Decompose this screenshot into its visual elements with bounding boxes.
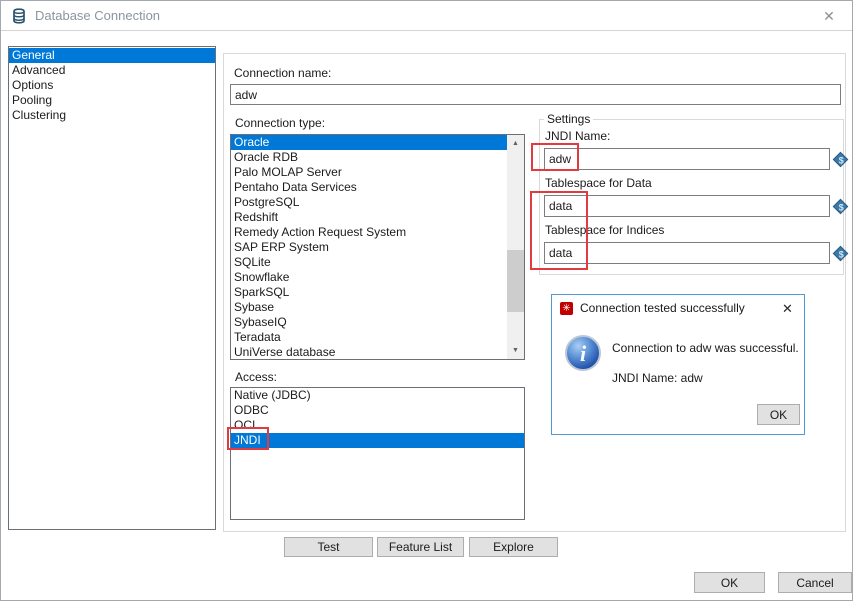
variable-icon-glyph: $ [836, 155, 847, 166]
access-item[interactable]: Native (JDBC) [231, 388, 524, 403]
connection-type-item[interactable]: Snowflake [231, 270, 508, 285]
connection-type-item[interactable]: Redshift [231, 210, 508, 225]
annotation-box-jndi-access [227, 427, 269, 450]
variable-icon[interactable]: $ [833, 199, 849, 215]
sidebar-item-general[interactable]: General [9, 48, 215, 63]
variable-icon[interactable]: $ [833, 246, 849, 262]
window-close-icon[interactable]: ✕ [820, 7, 838, 25]
sidebar-item-advanced[interactable]: Advanced [9, 63, 215, 78]
sidebar-item-clustering[interactable]: Clustering [9, 108, 215, 123]
scrollbar-thumb[interactable] [507, 250, 524, 312]
connection-type-item[interactable]: Palo MOLAP Server [231, 165, 508, 180]
explore-button[interactable]: Explore [469, 537, 558, 557]
connection-type-item[interactable]: Oracle [231, 135, 508, 150]
annotation-box-jndi-name [531, 143, 579, 171]
popup-close-icon[interactable]: ✕ [780, 301, 795, 316]
test-button[interactable]: Test [284, 537, 373, 557]
connection-type-item[interactable]: PostgreSQL [231, 195, 508, 210]
connection-type-item[interactable]: Remedy Action Request System [231, 225, 508, 240]
connection-type-item[interactable]: Pentaho Data Services [231, 180, 508, 195]
connection-type-item[interactable]: SparkSQL [231, 285, 508, 300]
access-item-jndi[interactable]: JNDI [231, 433, 524, 448]
cancel-button[interactable]: Cancel [778, 572, 852, 593]
pentaho-icon: ✳ [560, 302, 573, 315]
variable-icon[interactable]: $ [833, 152, 849, 168]
connection-type-list: Oracle Oracle RDB Palo MOLAP Server Pent… [230, 134, 525, 360]
tablespace-data-label: Tablespace for Data [545, 176, 652, 190]
access-item[interactable]: ODBC [231, 403, 524, 418]
connection-type-item[interactable]: UniVerse database [231, 345, 508, 360]
connection-type-label: Connection type: [235, 116, 325, 130]
access-item[interactable]: OCI [231, 418, 524, 433]
connection-type-scrollbar[interactable]: ▲ ▼ [507, 135, 524, 359]
connection-type-item[interactable]: Oracle RDB [231, 150, 508, 165]
window-title: Database Connection [35, 8, 160, 23]
category-list: General Advanced Options Pooling Cluster… [8, 46, 216, 530]
titlebar: Database Connection ✕ [1, 1, 852, 31]
connection-type-item[interactable]: Teradata [231, 330, 508, 345]
connection-name-label: Connection name: [234, 66, 331, 80]
info-icon: i [565, 335, 601, 371]
sidebar-item-options[interactable]: Options [9, 78, 215, 93]
scroll-down-icon[interactable]: ▼ [507, 342, 524, 359]
jndi-name-label: JNDI Name: [545, 129, 610, 143]
variable-icon-glyph: $ [836, 249, 847, 260]
connection-type-item[interactable]: Sybase [231, 300, 508, 315]
jndi-name-input[interactable] [544, 148, 830, 170]
database-connection-window: Database Connection ✕ General Advanced O… [0, 0, 853, 601]
popup-jndi-name: JNDI Name: adw [612, 371, 703, 385]
ok-button[interactable]: OK [694, 572, 765, 593]
connection-type-item[interactable]: SybaseIQ [231, 315, 508, 330]
popup-ok-button[interactable]: OK [757, 404, 800, 425]
connection-test-dialog: ✳ Connection tested successfully ✕ i Con… [551, 294, 805, 435]
feature-list-button[interactable]: Feature List [377, 537, 464, 557]
settings-group-title: Settings [544, 112, 593, 126]
annotation-box-tablespaces [530, 191, 588, 270]
connection-name-input[interactable] [230, 84, 841, 105]
connection-type-item[interactable]: SAP ERP System [231, 240, 508, 255]
access-label: Access: [235, 370, 277, 384]
database-icon [11, 8, 27, 24]
connection-type-item[interactable]: SQLite [231, 255, 508, 270]
sidebar-item-pooling[interactable]: Pooling [9, 93, 215, 108]
scroll-up-icon[interactable]: ▲ [507, 135, 524, 152]
popup-title: Connection tested successfully [580, 301, 745, 315]
access-list: Native (JDBC) ODBC OCI JNDI [230, 387, 525, 520]
popup-message: Connection to adw was successful. [612, 341, 799, 355]
variable-icon-glyph: $ [836, 202, 847, 213]
popup-titlebar: ✳ Connection tested successfully ✕ [552, 295, 804, 321]
general-panel: Connection name: Connection type: Oracle… [223, 53, 846, 532]
